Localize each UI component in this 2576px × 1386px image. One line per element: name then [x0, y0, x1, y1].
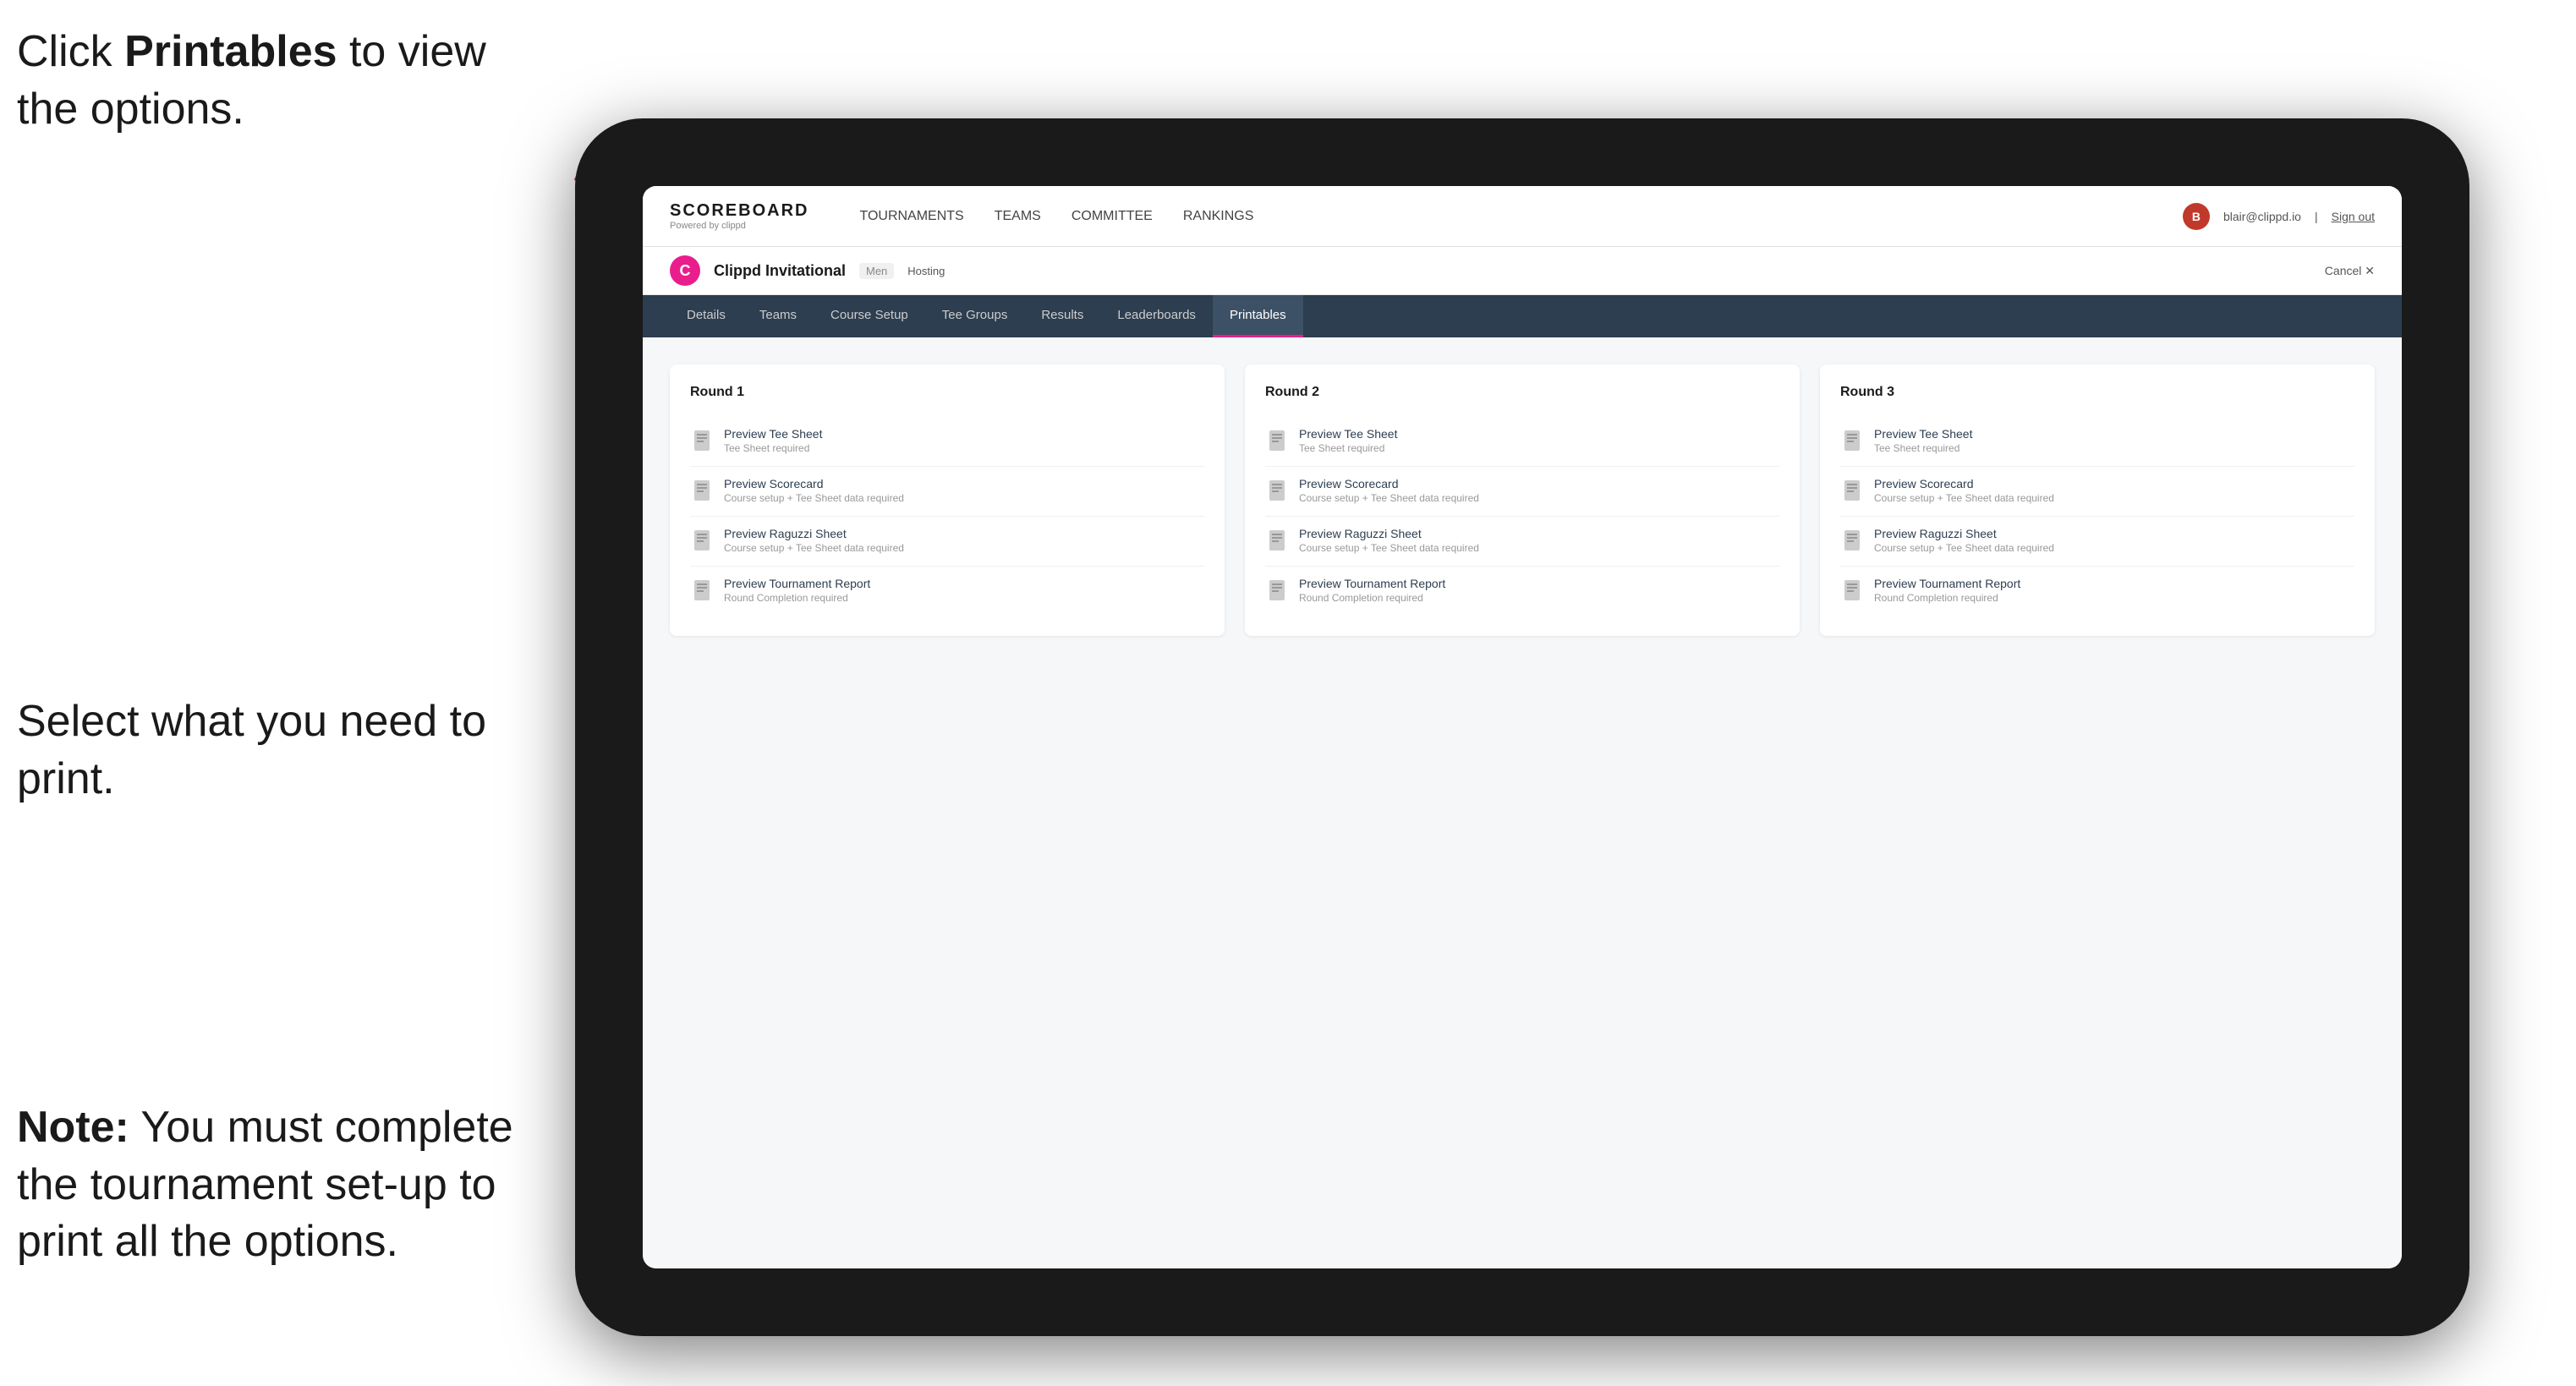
round1-tournament-report-label: Preview Tournament Report — [724, 577, 870, 590]
tee-sheet-icon-r3 — [1840, 429, 1864, 456]
round3-raguzzi-label: Preview Raguzzi Sheet — [1874, 527, 2054, 540]
round2-tournament-report-label: Preview Tournament Report — [1299, 577, 1445, 590]
round-2-title: Round 2 — [1265, 385, 1779, 400]
round-3-column: Round 3 Preview Tee Sheet Tee Sheet requ… — [1820, 364, 2375, 636]
tab-teams[interactable]: Teams — [743, 295, 814, 337]
round1-tee-sheet[interactable]: Preview Tee Sheet Tee Sheet required — [690, 417, 1204, 467]
round1-raguzzi-sublabel: Course setup + Tee Sheet data required — [724, 542, 904, 554]
round-1-column: Round 1 Preview Tee Sheet Tee Sheet requ… — [670, 364, 1225, 636]
round2-tee-sheet-sublabel: Tee Sheet required — [1299, 442, 1397, 454]
tab-course-setup[interactable]: Course Setup — [814, 295, 925, 337]
tab-tee-groups[interactable]: Tee Groups — [925, 295, 1025, 337]
tournament-logo: C — [670, 255, 700, 286]
round3-tee-sheet[interactable]: Preview Tee Sheet Tee Sheet required — [1840, 417, 2354, 467]
round1-scorecard-sublabel: Course setup + Tee Sheet data required — [724, 492, 904, 504]
round-2-column: Round 2 Preview Tee Sheet Tee Sheet requ… — [1245, 364, 1800, 636]
round2-scorecard[interactable]: Preview Scorecard Course setup + Tee She… — [1265, 467, 1779, 517]
top-nav-right: B blair@clippd.io | Sign out — [2183, 203, 2375, 230]
round2-tee-sheet[interactable]: Preview Tee Sheet Tee Sheet required — [1265, 417, 1779, 467]
tee-sheet-icon-r2 — [1265, 429, 1289, 456]
scorecard-icon-r2 — [1265, 479, 1289, 506]
raguzzi-icon-r2 — [1265, 529, 1289, 556]
tab-details[interactable]: Details — [670, 295, 743, 337]
annotation-middle: Select what you need to print. — [17, 693, 491, 808]
tab-results[interactable]: Results — [1024, 295, 1100, 337]
top-nav-links: TOURNAMENTS TEAMS COMMITTEE RANKINGS — [859, 205, 2148, 227]
tournament-header: C Clippd Invitational Men Hosting Cancel… — [643, 247, 2402, 295]
raguzzi-icon — [690, 529, 714, 556]
round3-scorecard-label: Preview Scorecard — [1874, 477, 2054, 490]
round2-scorecard-label: Preview Scorecard — [1299, 477, 1479, 490]
tab-printables[interactable]: Printables — [1213, 295, 1303, 337]
sign-out-link[interactable]: Sign out — [2332, 210, 2375, 223]
round1-raguzzi[interactable]: Preview Raguzzi Sheet Course setup + Tee… — [690, 517, 1204, 567]
round2-raguzzi[interactable]: Preview Raguzzi Sheet Course setup + Tee… — [1265, 517, 1779, 567]
scorecard-icon-r3 — [1840, 479, 1864, 506]
round2-tournament-report-sublabel: Round Completion required — [1299, 592, 1445, 604]
tournament-report-icon — [690, 578, 714, 605]
round2-scorecard-sublabel: Course setup + Tee Sheet data required — [1299, 492, 1479, 504]
user-avatar: B — [2183, 203, 2210, 230]
round1-tournament-report[interactable]: Preview Tournament Report Round Completi… — [690, 567, 1204, 616]
raguzzi-icon-r3 — [1840, 529, 1864, 556]
round3-tournament-report-sublabel: Round Completion required — [1874, 592, 2020, 604]
tablet-frame: SCOREBOARD Powered by clippd TOURNAMENTS… — [575, 118, 2469, 1336]
round3-scorecard[interactable]: Preview Scorecard Course setup + Tee She… — [1840, 467, 2354, 517]
round1-raguzzi-label: Preview Raguzzi Sheet — [724, 527, 904, 540]
logo-scoreboard: SCOREBOARD — [670, 201, 808, 221]
nav-rankings[interactable]: RANKINGS — [1183, 205, 1254, 227]
tab-leaderboards[interactable]: Leaderboards — [1100, 295, 1213, 337]
round1-tournament-report-sublabel: Round Completion required — [724, 592, 870, 604]
nav-teams[interactable]: TEAMS — [995, 205, 1041, 227]
round1-scorecard[interactable]: Preview Scorecard Course setup + Tee She… — [690, 467, 1204, 517]
scorecard-icon — [690, 479, 714, 506]
round2-raguzzi-sublabel: Course setup + Tee Sheet data required — [1299, 542, 1479, 554]
tournament-name: Clippd Invitational — [714, 262, 846, 280]
round-1-title: Round 1 — [690, 385, 1204, 400]
annotation-bottom: Note: You must complete the tournament s… — [17, 1099, 541, 1271]
logo-area: SCOREBOARD Powered by clippd — [670, 201, 808, 231]
tournament-report-icon-r2 — [1265, 578, 1289, 605]
top-nav: SCOREBOARD Powered by clippd TOURNAMENTS… — [643, 186, 2402, 247]
round1-tee-sheet-sublabel: Tee Sheet required — [724, 442, 822, 454]
round1-tee-sheet-label: Preview Tee Sheet — [724, 427, 822, 441]
annotation-note-bold: Note: — [17, 1103, 129, 1152]
round3-raguzzi-sublabel: Course setup + Tee Sheet data required — [1874, 542, 2054, 554]
round3-raguzzi[interactable]: Preview Raguzzi Sheet Course setup + Tee… — [1840, 517, 2354, 567]
main-content: Round 1 Preview Tee Sheet Tee Sheet requ… — [643, 337, 2402, 1268]
round3-tee-sheet-sublabel: Tee Sheet required — [1874, 442, 1972, 454]
annotation-top: Click Printables to view the options. — [17, 24, 507, 138]
round3-tee-sheet-label: Preview Tee Sheet — [1874, 427, 1972, 441]
nav-tournaments[interactable]: TOURNAMENTS — [859, 205, 963, 227]
tournament-tag: Men — [859, 263, 894, 279]
tee-sheet-icon — [690, 429, 714, 456]
tournament-status: Hosting — [907, 265, 945, 277]
round2-tee-sheet-label: Preview Tee Sheet — [1299, 427, 1397, 441]
sub-nav: Details Teams Course Setup Tee Groups Re… — [643, 295, 2402, 337]
tablet-screen: SCOREBOARD Powered by clippd TOURNAMENTS… — [643, 186, 2402, 1268]
round3-scorecard-sublabel: Course setup + Tee Sheet data required — [1874, 492, 2054, 504]
round3-tournament-report[interactable]: Preview Tournament Report Round Completi… — [1840, 567, 2354, 616]
logo-sub: Powered by clippd — [670, 221, 808, 231]
rounds-grid: Round 1 Preview Tee Sheet Tee Sheet requ… — [670, 364, 2375, 636]
round2-raguzzi-label: Preview Raguzzi Sheet — [1299, 527, 1479, 540]
round3-tournament-report-label: Preview Tournament Report — [1874, 577, 2020, 590]
cancel-button[interactable]: Cancel ✕ — [2325, 264, 2375, 278]
round2-tournament-report[interactable]: Preview Tournament Report Round Completi… — [1265, 567, 1779, 616]
tournament-report-icon-r3 — [1840, 578, 1864, 605]
annotation-bold-printables: Printables — [124, 27, 337, 76]
user-email: blair@clippd.io — [2223, 210, 2301, 223]
round-3-title: Round 3 — [1840, 385, 2354, 400]
nav-committee[interactable]: COMMITTEE — [1072, 205, 1153, 227]
round1-scorecard-label: Preview Scorecard — [724, 477, 904, 490]
